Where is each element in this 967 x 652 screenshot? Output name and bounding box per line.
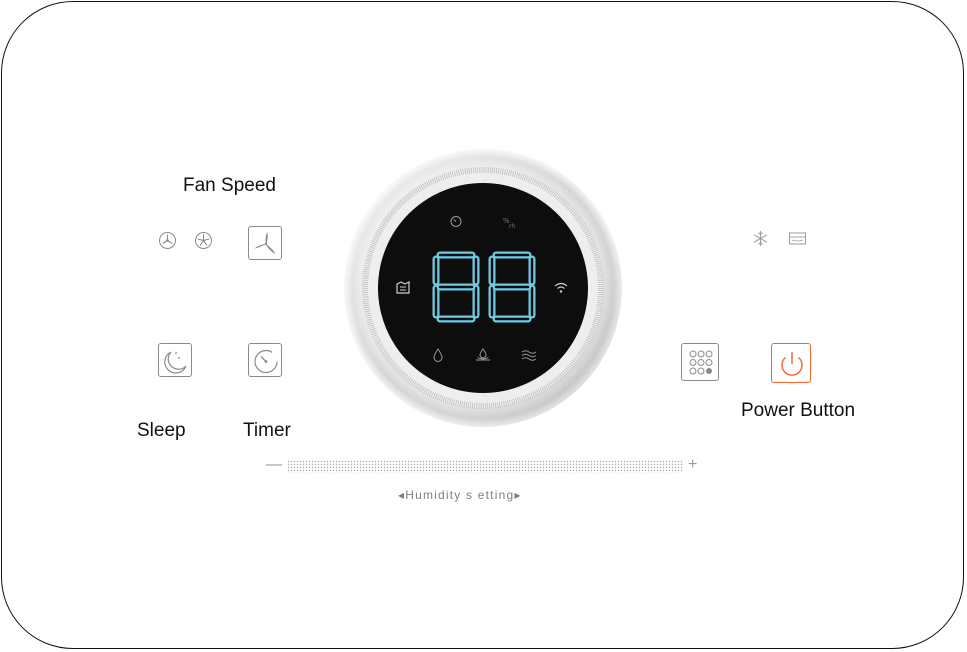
mode-button[interactable] — [681, 343, 719, 381]
display-dial: % rh 88 — [343, 148, 623, 428]
water-drop-icon — [433, 348, 443, 362]
humidity-plus[interactable]: + — [688, 456, 697, 474]
wave-icon — [521, 350, 537, 361]
sleep-button[interactable] — [158, 343, 192, 377]
humidity-minus[interactable]: — — [266, 456, 282, 474]
dot-grid-icon — [689, 350, 713, 375]
snowflake-icon — [753, 231, 768, 246]
humidity-setting-label: ◂Humidity s etting▸ — [398, 488, 522, 502]
fan-high-icon — [195, 232, 212, 249]
fan-propeller-icon — [254, 232, 276, 254]
fan-speed-label: Fan Speed — [183, 175, 276, 196]
percent-icon: % rh — [503, 217, 515, 230]
water-tank-icon — [789, 232, 806, 245]
wifi-icon — [554, 282, 568, 293]
timer-button[interactable] — [248, 343, 282, 377]
power-button-label: Power Button — [741, 400, 856, 421]
power-button[interactable] — [771, 343, 811, 383]
svg-text:rh: rh — [509, 223, 515, 230]
fan-speed-button[interactable] — [248, 226, 282, 260]
humidity-digits — [432, 251, 536, 323]
drain-icon — [476, 348, 490, 361]
sleep-label: Sleep — [137, 420, 186, 441]
power-icon — [781, 352, 803, 376]
moon-icon — [164, 351, 187, 374]
clock-icon — [450, 216, 462, 227]
humidity-slider[interactable] — [287, 460, 683, 473]
fan-low-icon — [159, 232, 176, 249]
laundry-icon — [396, 281, 410, 294]
timer-label: Timer — [243, 420, 291, 441]
timer-icon — [254, 349, 278, 374]
